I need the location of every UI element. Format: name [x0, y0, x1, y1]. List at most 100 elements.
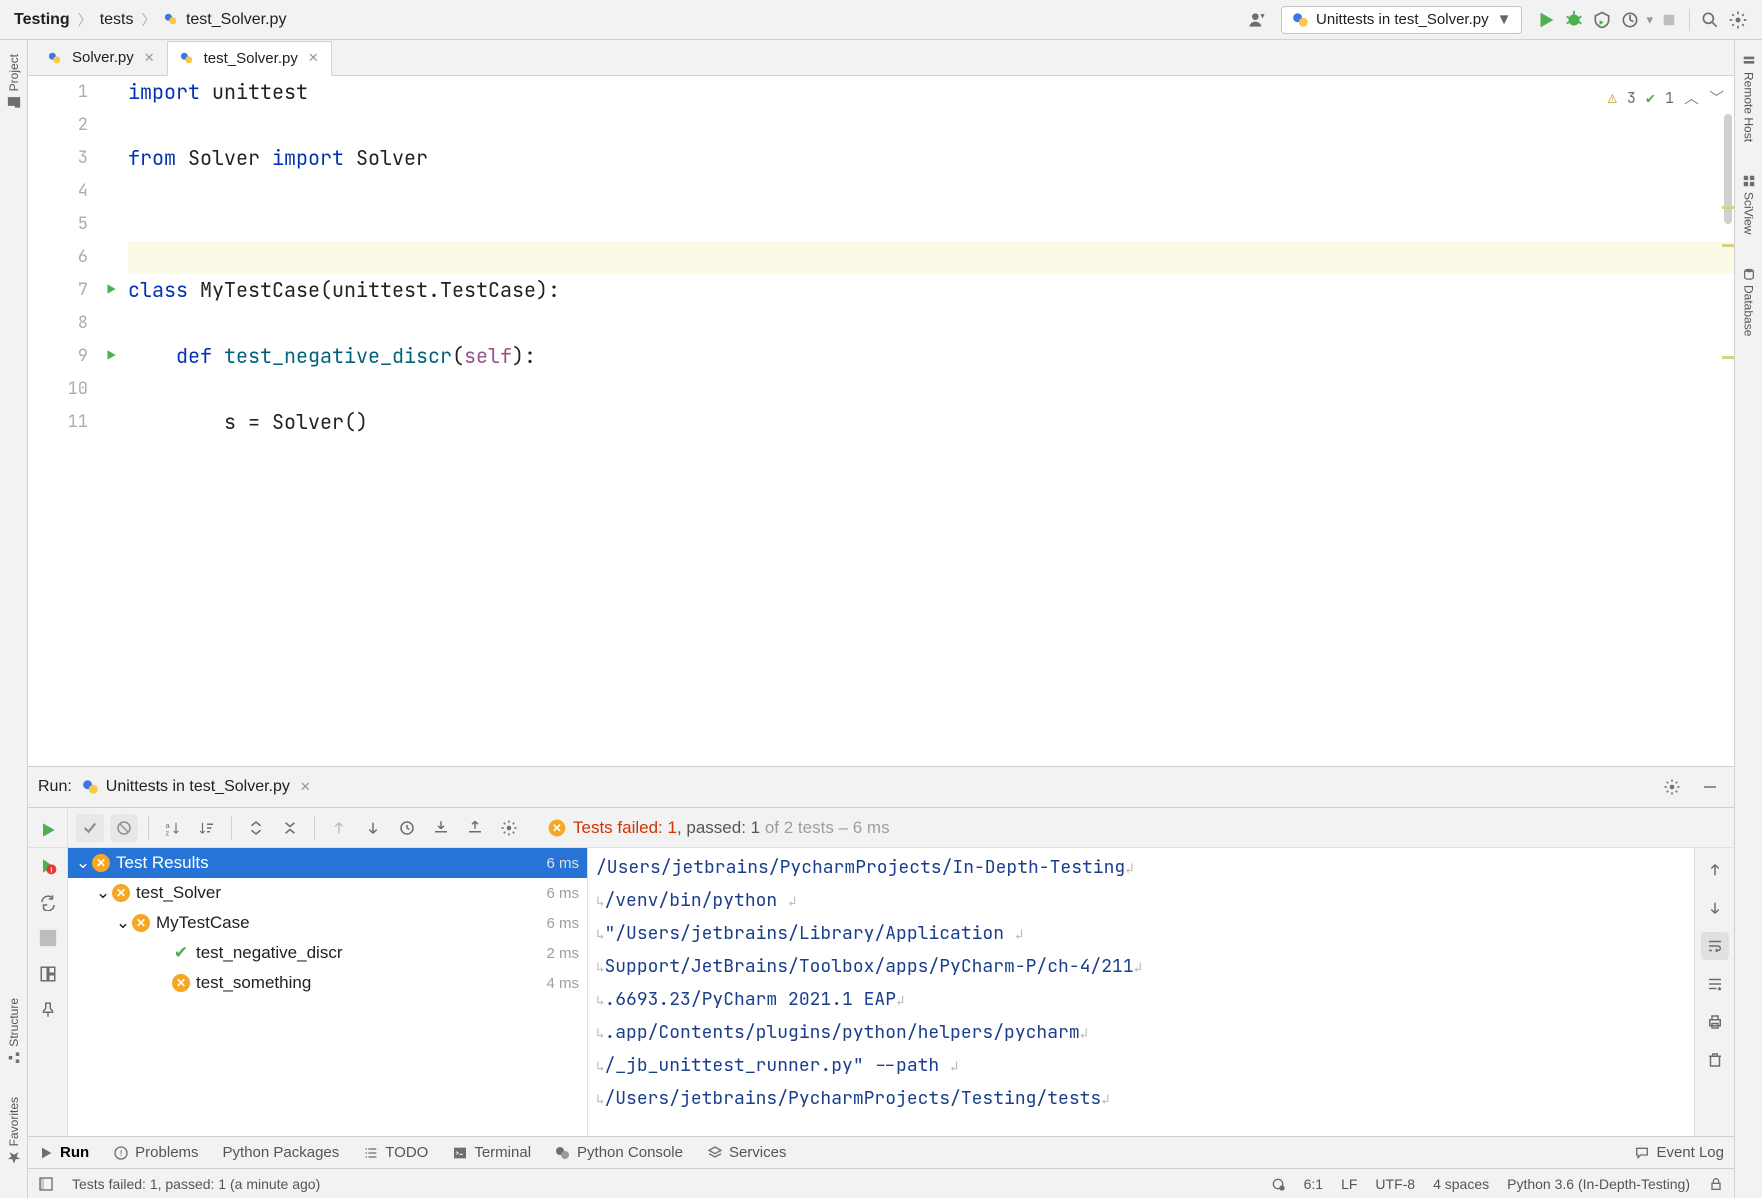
close-icon[interactable]: ✕ — [300, 779, 311, 795]
console-line[interactable]: ↳/_jb_unittest_runner.py" --path ↲ — [596, 1050, 1686, 1083]
tool-window-python-packages[interactable]: Python Packages — [223, 1144, 340, 1161]
inspections-widget[interactable]: ⚠3 ✔1 ︿ ﹀ — [1608, 82, 1724, 115]
scroll-up-button[interactable] — [1701, 856, 1729, 884]
test-tree-row[interactable]: ⌄✕test_Solver6 ms — [68, 878, 587, 908]
python-interpreter[interactable]: Python 3.6 (In-Depth-Testing) — [1507, 1176, 1690, 1192]
editor-gutter[interactable]: 1234567891011 — [28, 76, 128, 766]
gutter-line-number[interactable]: 9 — [28, 340, 88, 373]
chevron-down-icon[interactable]: ⌄ — [76, 853, 90, 873]
background-tasks-icon[interactable] — [1270, 1176, 1286, 1192]
console-line[interactable]: ↳.app/Contents/plugins/python/helpers/py… — [596, 1017, 1686, 1050]
tool-window-gear-icon[interactable] — [1658, 773, 1686, 801]
test-settings-gear-icon[interactable] — [495, 814, 523, 842]
gutter-line-number[interactable]: 6 — [28, 241, 88, 274]
profile-button[interactable] — [1616, 6, 1644, 34]
search-everywhere-button[interactable] — [1696, 6, 1724, 34]
console-line[interactable]: ↳/venv/bin/python ↲ — [596, 885, 1686, 918]
editor-scrollbar[interactable] — [1722, 76, 1734, 766]
collapse-all-button[interactable] — [276, 814, 304, 842]
tool-window-services[interactable]: Services — [707, 1144, 787, 1161]
coverage-button[interactable] — [1588, 6, 1616, 34]
debug-button[interactable] — [1560, 6, 1588, 34]
file-encoding[interactable]: UTF-8 — [1375, 1176, 1415, 1192]
test-history-button[interactable] — [393, 814, 421, 842]
close-icon[interactable]: ✕ — [144, 50, 155, 66]
caret-position[interactable]: 6:1 — [1304, 1176, 1323, 1192]
tool-window-todo[interactable]: TODO — [363, 1144, 428, 1161]
console-line[interactable]: ↳"/Users/jetbrains/Library/Application ↲ — [596, 918, 1686, 951]
tool-window-quick-access-icon[interactable] — [38, 1176, 54, 1192]
clear-all-button[interactable] — [1701, 1046, 1729, 1074]
line-separator[interactable]: LF — [1341, 1176, 1357, 1192]
lock-icon[interactable] — [1708, 1176, 1724, 1192]
code-line[interactable]: class MyTestCase(unittest.TestCase): — [128, 274, 1734, 307]
test-console-output[interactable]: /Users/jetbrains/PycharmProjects/In-Dept… — [588, 848, 1694, 1136]
expand-all-button[interactable] — [242, 814, 270, 842]
code-line[interactable]: s = Solver() — [128, 406, 1734, 439]
database-tool-button[interactable]: Database — [1740, 261, 1758, 342]
close-icon[interactable]: ✕ — [308, 50, 319, 66]
tool-window-terminal[interactable]: Terminal — [452, 1144, 531, 1161]
show-ignored-button[interactable] — [110, 814, 138, 842]
user-icon[interactable]: ▾ — [1243, 6, 1271, 34]
print-button[interactable] — [1701, 1008, 1729, 1036]
test-tree-row[interactable]: ⌄✕MyTestCase6 ms — [68, 908, 587, 938]
run-button[interactable] — [1532, 6, 1560, 34]
code-line[interactable] — [128, 373, 1734, 406]
gutter-line-number[interactable]: 1 — [28, 76, 88, 109]
gutter-run-icon[interactable] — [104, 282, 118, 296]
gutter-line-number[interactable]: 2 — [28, 109, 88, 142]
run-configuration-selector[interactable]: Unittests in test_Solver.py ▼ — [1281, 6, 1522, 34]
breadcrumb-item[interactable]: tests — [96, 9, 138, 31]
test-results-tree[interactable]: ⌄✕Test Results6 ms⌄✕test_Solver6 ms⌄✕MyT… — [68, 848, 588, 1136]
console-line[interactable]: ↳/Users/jetbrains/PycharmProjects/Testin… — [596, 1083, 1686, 1116]
chevron-down-icon[interactable]: ⌄ — [96, 883, 110, 903]
test-tree-row[interactable]: ⌄✕Test Results6 ms — [68, 848, 587, 878]
code-line[interactable]: import unittest — [128, 76, 1734, 109]
hide-tool-window-button[interactable] — [1696, 773, 1724, 801]
breadcrumb-item[interactable]: Testing — [10, 9, 74, 31]
run-panel-tab[interactable]: Unittests in test_Solver.py ✕ — [82, 778, 311, 796]
code-line[interactable]: from Solver import Solver — [128, 142, 1734, 175]
console-line[interactable]: ↳.6693.23/PyCharm 2021.1 EAP↲ — [596, 984, 1686, 1017]
show-passed-button[interactable] — [76, 814, 104, 842]
pin-button[interactable] — [34, 996, 62, 1024]
gutter-line-number[interactable]: 5 — [28, 208, 88, 241]
favorites-tool-button[interactable]: Favorites — [5, 1091, 23, 1170]
gutter-line-number[interactable]: 11 — [28, 406, 88, 439]
tool-window-run[interactable]: Run — [38, 1144, 89, 1161]
chevron-up-icon[interactable]: ︿ — [1684, 82, 1699, 115]
gutter-line-number[interactable]: 8 — [28, 307, 88, 340]
code-area[interactable]: ⚠3 ✔1 ︿ ﹀ import unittest from Solver im… — [128, 76, 1734, 766]
gutter-line-number[interactable]: 10 — [28, 373, 88, 406]
code-editor[interactable]: 1234567891011 ⚠3 ✔1 ︿ ﹀ import unittest … — [28, 76, 1734, 766]
gutter-line-number[interactable]: 7 — [28, 274, 88, 307]
sort-duration-button[interactable] — [193, 814, 221, 842]
stop-tests-button[interactable] — [34, 924, 62, 952]
next-failed-button[interactable] — [359, 814, 387, 842]
settings-gear-icon[interactable] — [1724, 6, 1752, 34]
code-line[interactable] — [128, 241, 1734, 274]
console-line[interactable]: ↳Support/JetBrains/Toolbox/apps/PyCharm-… — [596, 951, 1686, 984]
test-tree-row[interactable]: ✕test_something4 ms — [68, 968, 587, 998]
indent-settings[interactable]: 4 spaces — [1433, 1176, 1489, 1192]
breadcrumb-item[interactable]: test_Solver.py — [160, 9, 291, 31]
remote-host-tool-button[interactable]: Remote Host — [1740, 48, 1758, 148]
import-tests-button[interactable] — [427, 814, 455, 842]
sort-alpha-button[interactable]: az — [159, 814, 187, 842]
soft-wrap-button[interactable] — [1701, 932, 1729, 960]
chevron-down-icon[interactable]: ⌄ — [116, 913, 130, 933]
editor-tab-solver[interactable]: Solver.py ✕ — [36, 40, 167, 75]
rerun-failed-button[interactable]: ! — [34, 852, 62, 880]
gutter-line-number[interactable]: 4 — [28, 175, 88, 208]
scroll-down-button[interactable] — [1701, 894, 1729, 922]
structure-tool-button[interactable]: Structure — [5, 992, 23, 1071]
layout-button[interactable] — [34, 960, 62, 988]
tool-window-python-console[interactable]: Python Console — [555, 1144, 683, 1161]
rerun-button[interactable] — [34, 816, 62, 844]
export-tests-button[interactable] — [461, 814, 489, 842]
editor-tab-test-solver[interactable]: test_Solver.py ✕ — [167, 41, 332, 76]
stop-button[interactable] — [1655, 6, 1683, 34]
scroll-to-end-button[interactable] — [1701, 970, 1729, 998]
code-line[interactable] — [128, 208, 1734, 241]
